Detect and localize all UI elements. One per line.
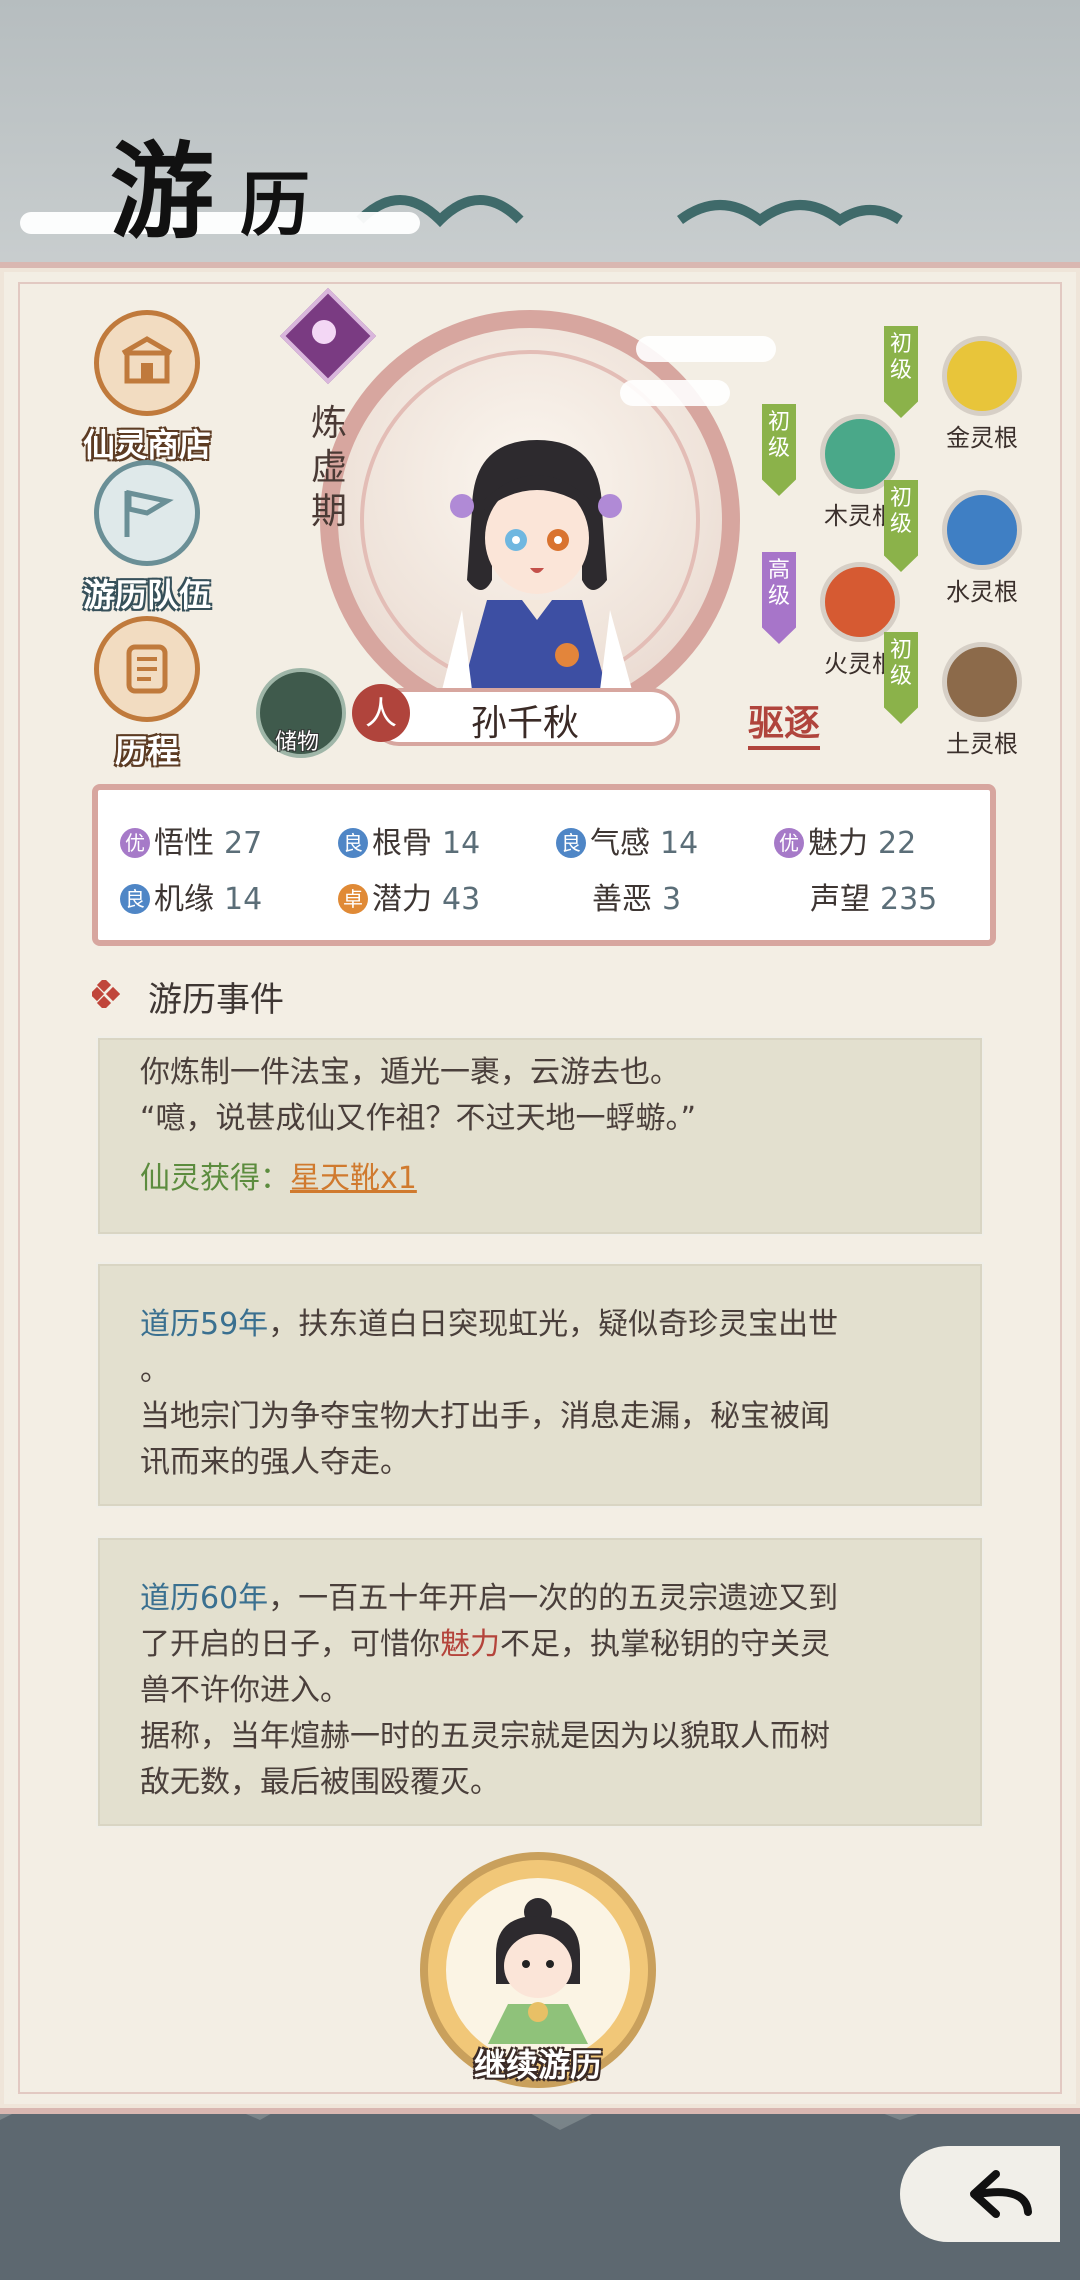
grade-tag: 初级 xyxy=(884,326,918,418)
race-tag: 人 xyxy=(352,684,410,742)
attr-value: 14 xyxy=(442,826,481,861)
event-reward: 仙灵获得：星天靴x1 xyxy=(140,1156,940,1202)
event-card: 你炼制一件法宝，遁光一裹，云游去也。 “噫，说甚成仙又作祖？不过天地一蜉蝣。” … xyxy=(96,1036,984,1236)
attr-name: 魅力 xyxy=(808,826,868,861)
root-label: 金灵根 xyxy=(946,424,1018,452)
event-text-span: 了开启的日子，可惜你 xyxy=(140,1627,440,1662)
event-text: 据称，当年煊赫一时的五灵宗就是因为以貌取人而树 xyxy=(140,1719,830,1754)
attr-badge: 卓 xyxy=(338,884,368,914)
event-text: 当地宗门为争夺宝物大打出手，消息走漏，秘宝被闻 xyxy=(140,1399,830,1434)
scroll-icon xyxy=(94,616,200,722)
attr-badge: 良 xyxy=(338,828,368,858)
attr-comprehension: 优悟性 27 xyxy=(120,818,262,862)
flag-icon xyxy=(94,460,200,566)
page-title: 游 历 xyxy=(20,140,460,260)
grade-tag: 初级 xyxy=(884,632,918,724)
attr-value: 27 xyxy=(224,826,263,861)
event-text: 讯而来的强人夺走。 xyxy=(140,1445,410,1480)
charm-highlight: 魅力 xyxy=(440,1627,500,1662)
cloud-decoration xyxy=(636,336,776,362)
attr-value: 3 xyxy=(662,882,682,917)
attr-badge: 优 xyxy=(774,828,804,858)
character-portrait[interactable] xyxy=(432,430,642,690)
grade-tag: 初级 xyxy=(884,480,918,572)
attr-morality: 善恶 3 xyxy=(592,874,681,918)
spirit-root-water[interactable]: 初级 水灵根 xyxy=(884,480,1054,620)
event-text: 兽不许你进入。 xyxy=(140,1673,350,1708)
menu-shop-button[interactable]: 仙灵商店 xyxy=(62,310,232,466)
attr-value: 235 xyxy=(880,882,938,917)
cloud-decoration xyxy=(620,380,730,406)
attr-name: 善恶 xyxy=(592,882,652,917)
attr-name: 潜力 xyxy=(372,882,432,917)
shop-icon xyxy=(94,310,200,416)
attr-reputation: 声望 235 xyxy=(810,874,937,918)
attr-value: 14 xyxy=(660,826,699,861)
event-text: 道历59年，扶东道白日突现虹光，疑似奇珍灵宝出世 xyxy=(140,1302,940,1348)
attr-badge: 良 xyxy=(556,828,586,858)
root-label: 水灵根 xyxy=(946,578,1018,606)
continue-travel-label: 继续游历 xyxy=(473,2046,602,2084)
attr-qi: 良气感 14 xyxy=(556,818,698,862)
diamond-icon xyxy=(92,980,120,1008)
spirit-root-metal[interactable]: 初级 金灵根 xyxy=(884,326,1054,466)
back-button[interactable] xyxy=(900,2146,1060,2242)
event-text: 敌无数，最后被围殴覆灭。 xyxy=(140,1765,500,1800)
event-text: 了开启的日子，可惜你魅力不足，执掌秘钥的守关灵 xyxy=(140,1622,940,1668)
events-section-title: 游历事件 xyxy=(148,980,284,1020)
attr-potential: 卓潜力 43 xyxy=(338,874,480,918)
menu-team-label: 游历队伍 xyxy=(82,576,211,614)
title-char-1: 游 xyxy=(110,130,215,253)
menu-team-button[interactable]: 游历队伍 xyxy=(62,460,232,616)
attr-name: 根骨 xyxy=(372,826,432,861)
event-text-span: ，一百五十年开启一次的的五灵宗遗迹又到 xyxy=(268,1581,839,1616)
attributes-panel xyxy=(92,784,996,946)
event-text: 。 xyxy=(140,1353,170,1388)
grade-tag: 高级 xyxy=(762,552,796,644)
traveler-avatar-icon xyxy=(488,1898,588,2044)
back-arrow-icon xyxy=(970,2170,1032,2218)
character-name: 孙千秋 xyxy=(470,703,579,744)
realm-text: 炼虚期 xyxy=(310,403,347,532)
event-text: 道历60年，一百五十年开启一次的的五灵宗遗迹又到 xyxy=(140,1576,940,1622)
grade-tag: 初级 xyxy=(762,404,796,496)
menu-history-button[interactable]: 历程 xyxy=(62,616,232,772)
earth-root-icon xyxy=(942,642,1022,722)
attr-value: 43 xyxy=(442,882,481,917)
root-label: 土灵根 xyxy=(946,730,1018,758)
event-card: 道历59年，扶东道白日突现虹光，疑似奇珍灵宝出世 。 当地宗门为争夺宝物大打出手… xyxy=(96,1262,984,1508)
fire-root-icon xyxy=(820,562,900,642)
water-root-icon xyxy=(942,490,1022,570)
title-char-2: 历 xyxy=(240,163,310,246)
attr-bone: 良根骨 14 xyxy=(338,818,480,862)
attr-badge: 良 xyxy=(120,884,150,914)
flame-dot-icon xyxy=(312,320,336,344)
attr-charm: 优魅力 22 xyxy=(774,818,916,862)
attr-fortune: 良机缘 14 xyxy=(120,874,262,918)
attr-name: 声望 xyxy=(810,882,870,917)
event-year: 道历59年 xyxy=(140,1307,269,1342)
reward-item-link[interactable]: 星天靴x1 xyxy=(290,1161,417,1196)
menu-history-label: 历程 xyxy=(114,732,179,770)
event-text-span: 不足，执掌秘钥的守关灵 xyxy=(500,1627,830,1662)
title-brush-stroke xyxy=(20,212,420,234)
event-text: “噫，说甚成仙又作祖？不过天地一蜉蝣。” xyxy=(140,1101,697,1136)
event-year: 道历60年 xyxy=(140,1581,269,1616)
attr-value: 22 xyxy=(878,826,917,861)
attr-badge: 优 xyxy=(120,828,150,858)
reward-label: 仙灵获得： xyxy=(140,1161,290,1196)
event-text: 你炼制一件法宝，遁光一裹，云游去也。 xyxy=(140,1055,680,1090)
attr-name: 悟性 xyxy=(154,826,214,861)
metal-root-icon xyxy=(942,336,1022,416)
event-text-span: ，扶东道白日突现虹光，疑似奇珍灵宝出世 xyxy=(268,1307,839,1342)
attr-name: 气感 xyxy=(590,826,650,861)
expel-button[interactable]: 驱逐 xyxy=(748,694,821,750)
spirit-root-earth[interactable]: 初级 土灵根 xyxy=(884,632,1054,772)
attr-name: 机缘 xyxy=(154,882,214,917)
storage-bag-label: 储物 xyxy=(274,730,319,755)
attr-value: 14 xyxy=(224,882,263,917)
event-card: 道历60年，一百五十年开启一次的的五灵宗遗迹又到 了开启的日子，可惜你魅力不足，… xyxy=(96,1536,984,1828)
